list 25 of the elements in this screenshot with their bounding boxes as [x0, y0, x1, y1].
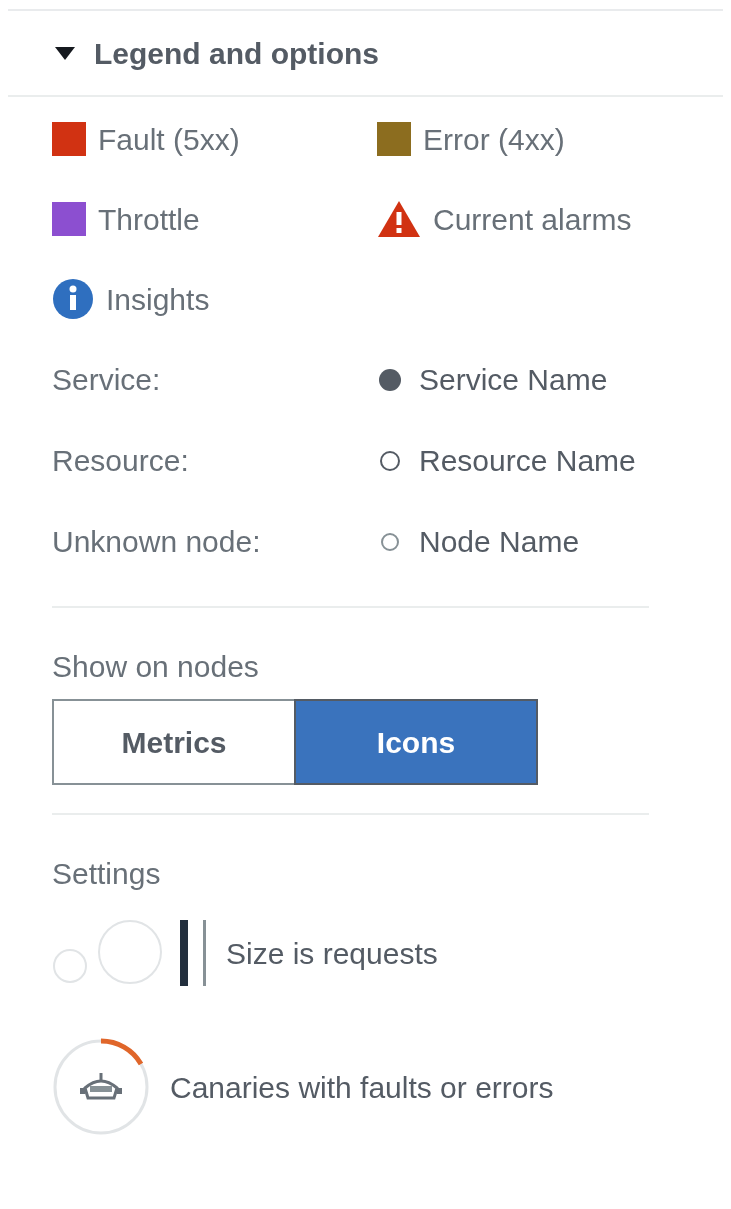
- node-name: Node Name: [419, 524, 580, 560]
- node-type-label: Resource:: [52, 443, 190, 479]
- canary-icon: [52, 1038, 150, 1136]
- panel-title[interactable]: Legend and options: [94, 30, 379, 76]
- node-marker-icon: [381, 532, 399, 551]
- setting-label: Size is requests: [226, 935, 438, 972]
- info-icon: [52, 278, 94, 320]
- section-label: Show on nodes: [52, 649, 260, 685]
- node-type-label: Unknown node:: [52, 524, 262, 560]
- legend-label: Current alarms: [433, 201, 632, 238]
- node-marker-icon: [379, 368, 401, 391]
- warning-icon: [377, 200, 421, 238]
- toggle-button[interactable]: Icons: [294, 699, 538, 785]
- legend-label: Fault (5xx): [98, 121, 240, 158]
- toggle-button[interactable]: Metrics: [52, 699, 296, 785]
- node-type-label: Service:: [52, 362, 162, 398]
- node-name: Service Name: [419, 362, 608, 398]
- legend-label: Insights: [106, 281, 210, 318]
- legend-label: Error (4xx): [423, 121, 565, 158]
- size-scale-icon: [52, 918, 208, 988]
- section-label: Settings: [52, 856, 162, 892]
- node-marker-icon: [380, 450, 400, 471]
- setting-label: Canaries with faults or errors: [170, 1069, 554, 1106]
- legend-label: Throttle: [98, 201, 200, 238]
- node-name: Resource Name: [419, 443, 636, 479]
